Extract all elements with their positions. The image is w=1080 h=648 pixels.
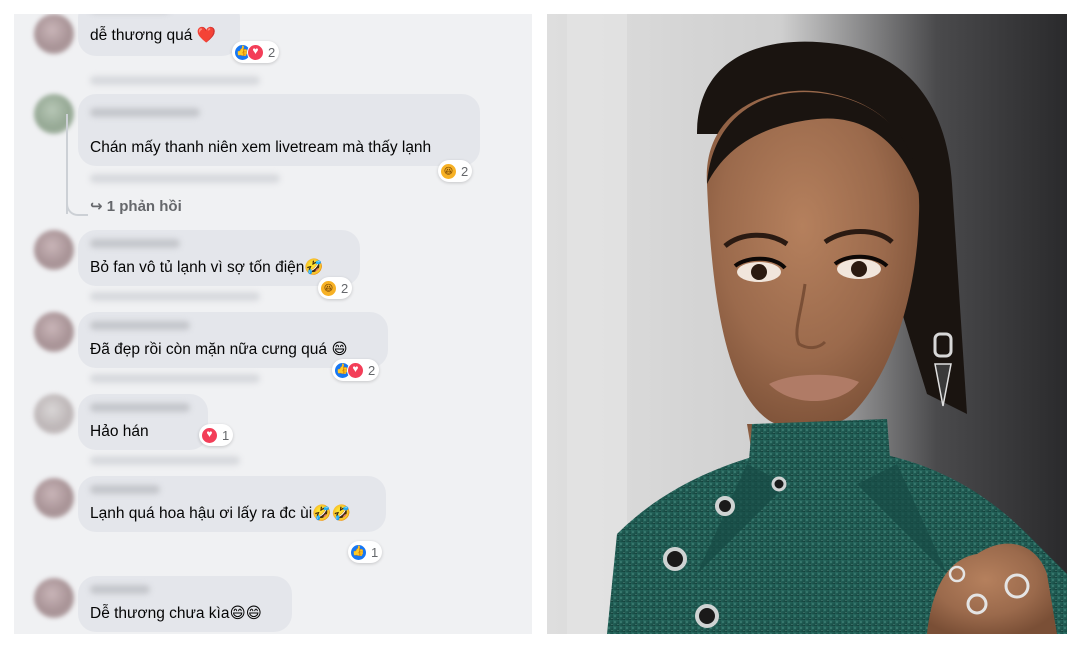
comment-text: Dễ thương chưa kìa😄😄 xyxy=(90,605,262,622)
grommet xyxy=(715,496,735,516)
reaction-summary[interactable]: 😆 2 xyxy=(318,277,353,299)
blurred-comment-meta xyxy=(90,76,260,85)
comment-bubble: Bỏ fan vô tủ lạnh vì sợ tốn điện🤣 xyxy=(78,230,360,286)
blurred-author-name[interactable] xyxy=(90,485,160,494)
left-iris xyxy=(751,264,767,280)
comments-screenshot: dễ thương quá ❤️ 👍 ♥ 2 Chán mấy thanh niên… xyxy=(14,14,532,634)
grommet xyxy=(771,476,787,492)
comment-bubble: dễ thương quá ❤️ xyxy=(78,14,240,56)
blurred-comment-meta xyxy=(90,456,240,465)
blurred-author-name[interactable] xyxy=(90,403,190,412)
thread-connector xyxy=(66,194,88,216)
view-replies-link[interactable]: ↪ 1 phản hồi xyxy=(90,197,182,215)
avatar[interactable] xyxy=(34,94,74,134)
reaction-count: 1 xyxy=(222,427,230,443)
reaction-count: 2 xyxy=(341,280,349,296)
avatar[interactable] xyxy=(34,230,74,270)
comment-text: Chán mấy thanh niên xem livetream mà thấ… xyxy=(90,139,432,156)
portrait-illustration xyxy=(547,14,1067,634)
heart-icon: ♥ xyxy=(201,426,218,444)
comment-bubble: Dễ thương chưa kìa😄😄 xyxy=(78,576,292,632)
reaction-summary[interactable]: 👍 1 xyxy=(348,541,383,563)
reaction-summary[interactable]: 😆 2 xyxy=(438,160,473,182)
blurred-author-name[interactable] xyxy=(90,108,200,117)
blurred-comment-meta xyxy=(90,292,260,301)
avatar[interactable] xyxy=(34,478,74,518)
reaction-summary[interactable]: 👍 ♥ 2 xyxy=(332,359,380,381)
reaction-summary[interactable]: ♥ 1 xyxy=(199,424,234,446)
heart-icon: ♥ xyxy=(347,361,364,379)
comment-text: Đã đẹp rồi còn mặn nữa cưng quá 😄 xyxy=(90,341,348,358)
comment-text: Bỏ fan vô tủ lạnh vì sợ tốn điện🤣 xyxy=(90,259,324,276)
thumbs-up-icon: 👍 xyxy=(350,543,367,561)
reaction-count: 2 xyxy=(268,44,276,60)
right-iris xyxy=(851,261,867,277)
laughing-face-icon: 😆 xyxy=(440,162,457,180)
blurred-author-name[interactable] xyxy=(90,321,190,330)
comment-text: Hảo hán xyxy=(90,423,149,440)
avatar[interactable] xyxy=(34,14,74,54)
grommet xyxy=(695,604,719,628)
comment-bubble: Chán mấy thanh niên xem livetream mà thấ… xyxy=(78,94,480,166)
comment-text: Lạnh quá hoa hậu ơi lấy ra đc ùi🤣🤣 xyxy=(90,505,351,522)
portrait-photo xyxy=(547,14,1067,634)
blurred-comment-meta xyxy=(90,174,280,183)
grommet xyxy=(663,547,687,571)
avatar[interactable] xyxy=(34,312,74,352)
comment-bubble: Lạnh quá hoa hậu ơi lấy ra đc ùi🤣🤣 xyxy=(78,476,386,532)
reaction-count: 1 xyxy=(371,544,379,560)
blurred-comment-meta xyxy=(90,374,260,383)
comment-bubble: Hảo hán xyxy=(78,394,208,450)
avatar[interactable] xyxy=(34,394,74,434)
comment-text: dễ thương quá ❤️ xyxy=(90,27,217,44)
laughing-face-icon: 😆 xyxy=(320,279,337,297)
blurred-author-name[interactable] xyxy=(90,585,150,594)
blurred-author-name[interactable] xyxy=(90,239,180,248)
reaction-count: 2 xyxy=(461,163,469,179)
reaction-summary[interactable]: 👍 ♥ 2 xyxy=(232,41,280,63)
high-collar xyxy=(747,419,892,484)
reaction-count: 2 xyxy=(368,362,376,378)
heart-icon: ♥ xyxy=(247,43,264,61)
avatar[interactable] xyxy=(34,578,74,618)
